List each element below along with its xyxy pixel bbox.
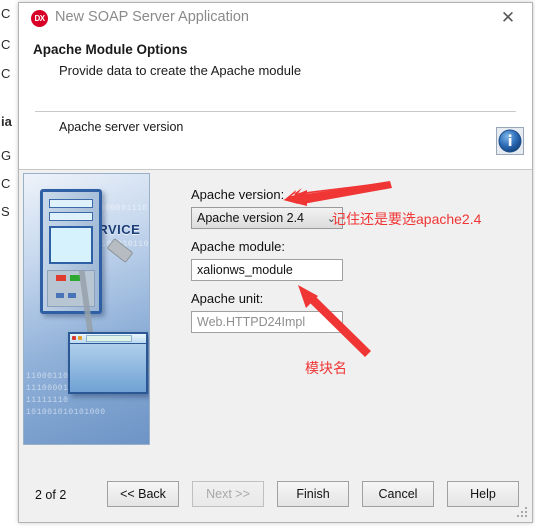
- apache-module-value: xalionws_module: [197, 263, 293, 277]
- annotation-module-note: 模块名: [305, 360, 347, 376]
- back-button[interactable]: << Back: [107, 481, 179, 507]
- dialog-footer: 2 of 2 << Back Next >> Finish Cancel Hel…: [19, 469, 532, 522]
- apache-version-value: Apache version 2.4: [197, 211, 305, 225]
- apache-module-input[interactable]: xalionws_module: [191, 259, 343, 281]
- binary-decor: 11111110: [26, 396, 69, 405]
- bg-text-fragment: ia: [1, 114, 12, 129]
- bg-text-fragment: C: [1, 66, 11, 81]
- next-button: Next >>: [192, 481, 264, 507]
- apache-unit-input[interactable]: Web.HTTPD24Impl: [191, 311, 343, 333]
- service-illustration: 000000001110 0100100010110 11000110 1110…: [23, 173, 150, 445]
- page-indicator: 2 of 2: [35, 488, 67, 502]
- dialog-header: Apache Module Options Provide data to cr…: [19, 33, 532, 170]
- binary-decor: 101001010101000: [26, 408, 106, 417]
- finish-button[interactable]: Finish: [277, 481, 349, 507]
- close-icon[interactable]: ✕: [486, 3, 530, 33]
- help-button[interactable]: Help: [447, 481, 519, 507]
- window-title: New SOAP Server Application: [55, 9, 249, 25]
- title-bar: DX New SOAP Server Application ✕: [19, 3, 532, 33]
- binary-decor: 111000011: [26, 384, 74, 393]
- info-icon[interactable]: [496, 127, 524, 155]
- apache-version-select[interactable]: Apache version 2.4 ⌄: [191, 207, 343, 229]
- bg-text-fragment: S: [1, 204, 10, 219]
- apache-unit-value: Web.HTTPD24Impl: [197, 315, 306, 329]
- header-divider: [35, 111, 516, 112]
- apache-module-label: Apache module:: [191, 239, 285, 254]
- apache-unit-label: Apache unit:: [191, 291, 264, 306]
- page-subtitle: Provide data to create the Apache module: [59, 63, 302, 78]
- section-label: Apache server version: [59, 120, 184, 134]
- resize-grip-icon[interactable]: [517, 507, 528, 518]
- cancel-button[interactable]: Cancel: [362, 481, 434, 507]
- screenshot-root: C C C ia G C S DX New SOAP Server Applic…: [0, 0, 535, 529]
- bg-text-fragment: G: [1, 148, 12, 163]
- bg-text-fragment: C: [1, 37, 11, 52]
- bg-text-fragment: C: [1, 176, 11, 191]
- dx-logo-icon: DX: [31, 10, 48, 27]
- browser-window-icon: [68, 332, 148, 394]
- bg-text-fragment: C: [1, 6, 11, 21]
- page-title: Apache Module Options: [33, 42, 188, 57]
- new-soap-server-application-dialog: DX New SOAP Server Application ✕ Apache …: [18, 2, 533, 523]
- binary-decor: 11000110: [26, 372, 69, 381]
- annotation-version-note: 记住还是要选apache2.4: [332, 211, 482, 227]
- apache-version-label: Apache version:: [191, 187, 285, 202]
